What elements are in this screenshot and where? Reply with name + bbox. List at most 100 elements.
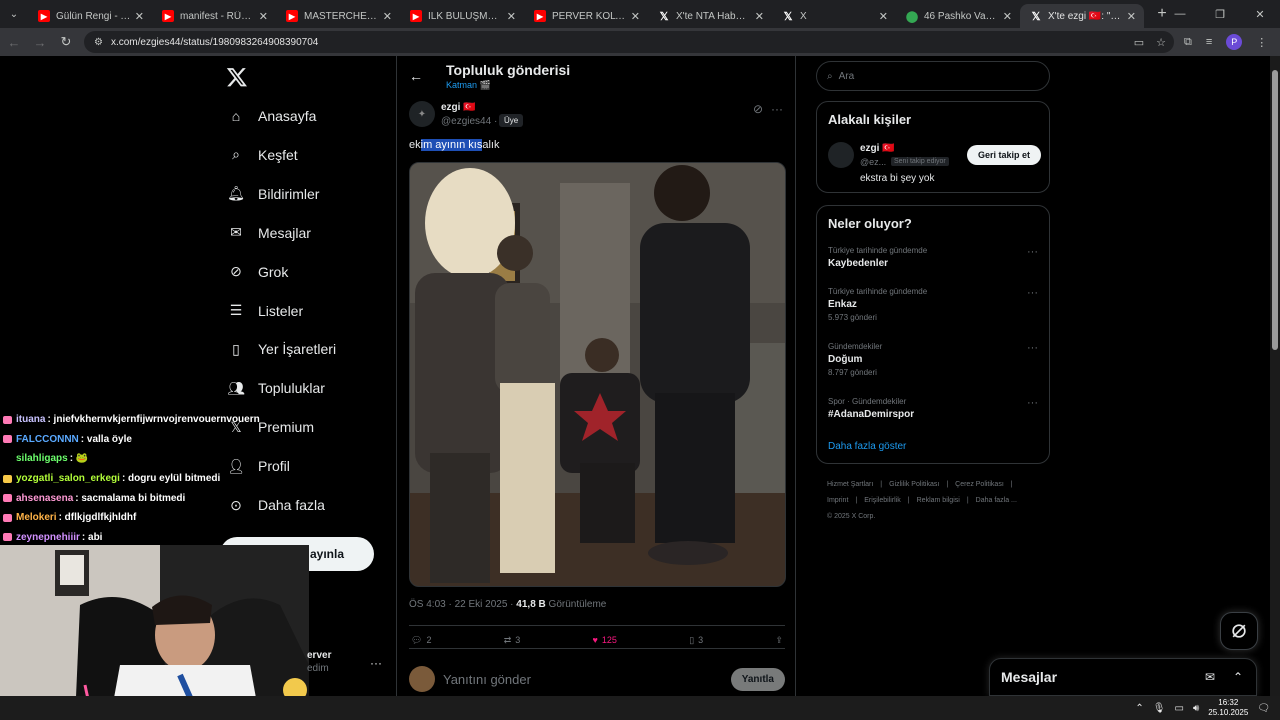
share-action[interactable]: ⇪ [775, 632, 783, 648]
nav-item[interactable]: ▯ Yer İşaretleri [226, 334, 336, 364]
browser-tab[interactable]: 𝕏 X ✕ [772, 4, 896, 28]
reply-input[interactable]: Yanıtını gönder [443, 672, 731, 687]
trend-item[interactable]: Türkiye tarihinde gündemde Enkaz 5.973 gön… [828, 287, 1038, 322]
expand-icon[interactable]: ⌃ [1228, 670, 1248, 684]
extensions-icon[interactable]: ⧉ [1184, 36, 1192, 49]
trend-more-icon[interactable]: ··· [1027, 246, 1038, 258]
trend-item[interactable]: Spor · Gündemdekiler #AdanaDemirspor ··· [828, 397, 1038, 420]
browser-tab[interactable]: ▶ MASTERCHEF'S LEZZE ✕ [276, 4, 400, 28]
avatar[interactable] [828, 142, 854, 168]
grok-button[interactable] [1220, 612, 1258, 650]
page-scrollbar[interactable] [1270, 56, 1280, 696]
browser-tab[interactable]: ⬤ 46 Pashko Vasa - Goo ✕ [896, 4, 1020, 28]
grok-explain-icon[interactable]: ⊘ [753, 102, 763, 116]
forward-button[interactable]: → [28, 30, 52, 54]
nav-item[interactable]: 🔔︎ Bildirimler [226, 179, 319, 209]
tab-close-icon[interactable]: ✕ [755, 10, 764, 23]
close-window-button[interactable]: ✕ [1240, 0, 1280, 28]
nav-item[interactable]: ✉ Mesajlar [226, 218, 311, 248]
reload-button[interactable]: ↻ [54, 30, 78, 54]
tab-close-icon[interactable]: ✕ [259, 10, 268, 23]
tab-close-icon[interactable]: ✕ [631, 10, 640, 23]
trend-more-icon[interactable]: ··· [1027, 342, 1038, 354]
volume-icon[interactable]: 🔊︎ [1193, 703, 1199, 714]
community-link[interactable]: Katman 🎬 [446, 80, 491, 91]
clock[interactable]: 16:32 25.10.2025 [1208, 698, 1248, 718]
cast-icon[interactable]: ▭ [1134, 36, 1144, 49]
footer-link[interactable]: Reklam bilgisi [917, 497, 960, 504]
tab-close-icon[interactable]: ✕ [1003, 10, 1012, 23]
chat-username[interactable]: silahligaps [16, 453, 68, 464]
tab-close-icon[interactable]: ✕ [879, 10, 888, 23]
trend-item[interactable]: Gündemdekiler Doğum 8.797 gönderi ··· [828, 342, 1038, 377]
browser-tab[interactable]: ▶ İLK BULUŞMADA YAP ✕ [400, 4, 524, 28]
browser-tab[interactable]: ▶ Gülün Rengi - YouTube ✕ [28, 4, 152, 28]
profile-avatar[interactable]: P [1226, 34, 1243, 50]
tab-close-icon[interactable]: ✕ [507, 10, 516, 23]
author-handle[interactable]: @ezgies44 · [441, 116, 497, 127]
footer-link[interactable]: Imprint [827, 497, 848, 504]
related-person[interactable]: ezgi 🇹🇷 @ez... Seni takip ediyor ekstra … [817, 102, 1051, 184]
nav-item[interactable]: ⌕ Keşfet [226, 140, 298, 170]
account-more-icon[interactable]: ··· [370, 656, 382, 670]
footer-link[interactable]: Gizlilik Politikası [889, 481, 939, 488]
footer-link[interactable]: Çerez Politikası [955, 481, 1004, 488]
post-time[interactable]: ÖS 4:03 · 22 Eki 2025 · [409, 599, 514, 610]
tab-search-button[interactable]: ⌄ [0, 0, 28, 28]
site-info-icon[interactable]: ⚙ [94, 37, 103, 48]
chat-username[interactable]: zeynepnehiiir [16, 532, 80, 543]
back-arrow-icon[interactable]: ← [409, 68, 423, 84]
search-input[interactable]: ⌕ Ara [816, 61, 1050, 91]
follow-back-button[interactable]: Geri takip et [966, 145, 1041, 165]
microphone-icon[interactable]: 🎙︎ [1153, 703, 1166, 714]
maximize-button[interactable]: ❐ [1200, 0, 1240, 28]
like-action[interactable]: ♥ 125 [593, 632, 617, 648]
chat-username[interactable]: Melokeri [16, 512, 57, 523]
tray-chevron-icon[interactable]: ⌃ [1135, 703, 1143, 714]
account-switcher[interactable]: erver edim [300, 650, 331, 674]
nav-item[interactable]: 👥︎ Topluluklar [226, 373, 325, 403]
trend-item[interactable]: Türkiye tarihinde gündemde Kaybedenler ··· [828, 246, 1038, 269]
browser-menu-icon[interactable]: ⋮ [1256, 36, 1267, 49]
minimize-button[interactable]: — [1160, 0, 1200, 28]
media-control-icon[interactable]: ≡ [1206, 36, 1212, 48]
chat-username[interactable]: ituana [16, 414, 45, 425]
browser-tab[interactable]: ▶ PERVER KOLTUKTAN ✕ [524, 4, 648, 28]
network-icon[interactable]: ▭ [1174, 703, 1183, 714]
browser-tab[interactable]: 𝕏 X'te ezgi 🇹🇷: "ekim ay ✕ [1020, 4, 1144, 28]
footer-link[interactable]: Erişilebilirlik [864, 497, 901, 504]
nav-item[interactable]: ⊘ Grok [226, 257, 288, 287]
new-message-icon[interactable]: ✉ [1200, 670, 1220, 684]
notifications-icon[interactable]: 🗨︎ [1257, 703, 1270, 714]
tab-close-icon[interactable]: ✕ [383, 10, 392, 23]
chat-username[interactable]: yozgatli_salon_erkegi [16, 473, 120, 484]
author-avatar[interactable]: ✦ [409, 101, 435, 127]
trend-more-icon[interactable]: ··· [1027, 287, 1038, 299]
browser-tab[interactable]: 𝕏 X'te NTA Haber: "Bir ✕ [648, 4, 772, 28]
chat-username[interactable]: ahsenasena [16, 493, 73, 504]
trend-more-icon[interactable]: ··· [1027, 397, 1038, 409]
bookmark-star-icon[interactable]: ☆ [1156, 36, 1166, 49]
post-video[interactable] [409, 162, 786, 587]
footer-link[interactable]: Daha fazla ... [976, 497, 1017, 504]
video-frame [410, 163, 785, 586]
reply-action[interactable]: 💬︎ 2 [411, 632, 431, 648]
more-options-icon[interactable]: ··· [771, 102, 783, 116]
chat-username[interactable]: FALCCONNN [16, 434, 79, 445]
author-name[interactable]: ezgi 🇹🇷 [441, 102, 476, 113]
x-logo-icon[interactable] [226, 66, 248, 88]
scrollbar-thumb[interactable] [1272, 70, 1278, 350]
messages-drawer[interactable]: Mesajlar ✉ ⌃ [989, 658, 1257, 696]
browser-tab[interactable]: ▶ manifest - RÜYA | Sp ✕ [152, 4, 276, 28]
footer-link[interactable]: Hizmet Şartları [827, 481, 873, 488]
url-field[interactable]: ⚙ x.com/ezgies44/status/1980983264908390… [84, 31, 1174, 53]
tab-close-icon[interactable]: ✕ [1127, 10, 1136, 23]
repost-action[interactable]: ⇄ 3 [504, 632, 521, 648]
bookmark-action[interactable]: ▯ 3 [689, 632, 703, 648]
nav-item[interactable]: ☰ Listeler [226, 296, 303, 326]
nav-item[interactable]: ⌂ Anasayfa [226, 101, 317, 131]
tab-close-icon[interactable]: ✕ [135, 10, 144, 23]
back-button[interactable]: ← [2, 30, 26, 54]
reply-button[interactable]: Yanıtla [730, 667, 785, 691]
show-more-link[interactable]: Daha fazla göster [828, 441, 906, 452]
